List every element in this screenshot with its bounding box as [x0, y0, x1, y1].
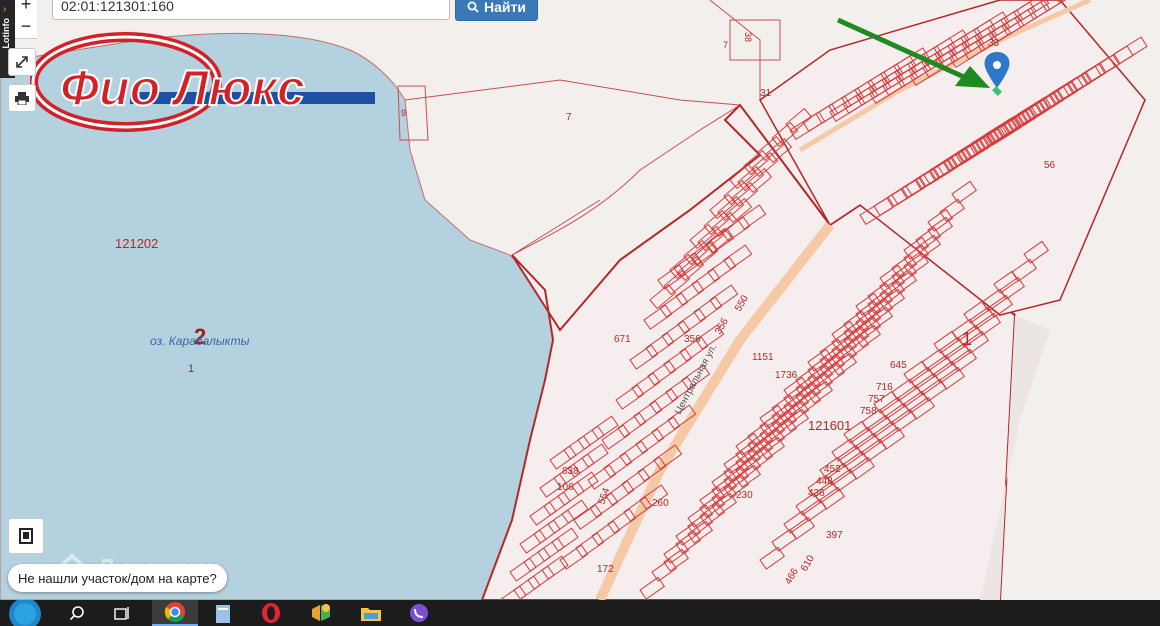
app2-taskbar-button[interactable] — [306, 600, 336, 626]
start-icon — [9, 600, 41, 626]
zoom-in-button[interactable]: + — [15, 0, 37, 17]
legend-button[interactable] — [8, 518, 44, 554]
parcel-label-1-lake: 1 — [188, 363, 194, 375]
parcel-label-1-right: 1 — [962, 329, 972, 349]
task-view-button[interactable] — [108, 600, 138, 626]
svg-text:9: 9 — [401, 108, 406, 118]
viber-icon — [410, 604, 428, 622]
lake-name: оз. Карабалыкты — [150, 334, 250, 348]
svg-text:436: 436 — [808, 488, 825, 499]
quarter-label-121202: 121202 — [115, 236, 158, 251]
svg-text:356: 356 — [684, 334, 701, 345]
fullscreen-button[interactable] — [8, 48, 36, 76]
help-text: Не нашли участок/дом на карте? — [18, 570, 217, 586]
svg-text:7: 7 — [566, 112, 572, 123]
taskbar-search[interactable] — [62, 600, 92, 626]
svg-text:838: 838 — [562, 466, 579, 477]
taskbar — [0, 600, 1160, 626]
svg-text:671: 671 — [614, 334, 631, 345]
opera-taskbar-button[interactable] — [256, 600, 286, 626]
search-button-label: Найти — [484, 0, 526, 15]
start-button[interactable] — [6, 600, 44, 626]
chrome-icon — [164, 602, 185, 623]
task-view-icon — [114, 607, 129, 620]
svg-text:260: 260 — [652, 498, 669, 509]
chrome-taskbar-button[interactable] — [152, 600, 198, 626]
sidebar-label: Lotinfo — [1, 18, 11, 49]
chevron-right-icon: › — [3, 4, 7, 15]
svg-text:757: 757 — [868, 394, 885, 405]
brand-logo: Фио Люкс — [30, 32, 375, 132]
app2-icon — [312, 604, 330, 621]
svg-text:56: 56 — [1044, 160, 1056, 171]
search-icon — [467, 1, 479, 13]
explorer-taskbar-button[interactable] — [356, 600, 386, 626]
search-input[interactable] — [52, 0, 450, 20]
svg-text:758: 758 — [860, 406, 877, 417]
search-button[interactable]: Найти — [455, 0, 538, 21]
svg-text:448: 448 — [816, 476, 833, 487]
logo-text: Фио Люкс — [60, 60, 305, 116]
svg-text:106: 106 — [557, 482, 574, 493]
svg-text:7: 7 — [723, 40, 728, 50]
help-bubble[interactable]: Не нашли участок/дом на карте? — [8, 564, 227, 592]
quarter-label-121601: 121601 — [808, 418, 851, 433]
svg-text:397: 397 — [826, 530, 843, 541]
svg-text:230: 230 — [736, 490, 753, 501]
svg-text:645: 645 — [890, 360, 907, 371]
viber-taskbar-button[interactable] — [404, 600, 434, 626]
folder-icon — [361, 608, 381, 621]
print-button[interactable] — [8, 84, 36, 112]
print-icon — [15, 92, 29, 105]
svg-text:31: 31 — [760, 88, 772, 99]
svg-text:716: 716 — [876, 382, 893, 393]
search-icon — [69, 606, 84, 621]
expand-icon — [16, 56, 28, 68]
app-taskbar-button[interactable] — [208, 600, 238, 626]
svg-text:452: 452 — [824, 464, 841, 475]
svg-text:1736: 1736 — [775, 370, 798, 381]
svg-text:172: 172 — [597, 564, 614, 575]
book-icon — [19, 528, 33, 544]
svg-text:33: 33 — [988, 38, 1000, 49]
opera-icon — [262, 603, 280, 623]
svg-text:1151: 1151 — [752, 352, 774, 363]
svg-text:38: 38 — [743, 32, 753, 42]
app-icon — [216, 605, 230, 623]
zoom-out-button[interactable]: − — [15, 16, 37, 39]
